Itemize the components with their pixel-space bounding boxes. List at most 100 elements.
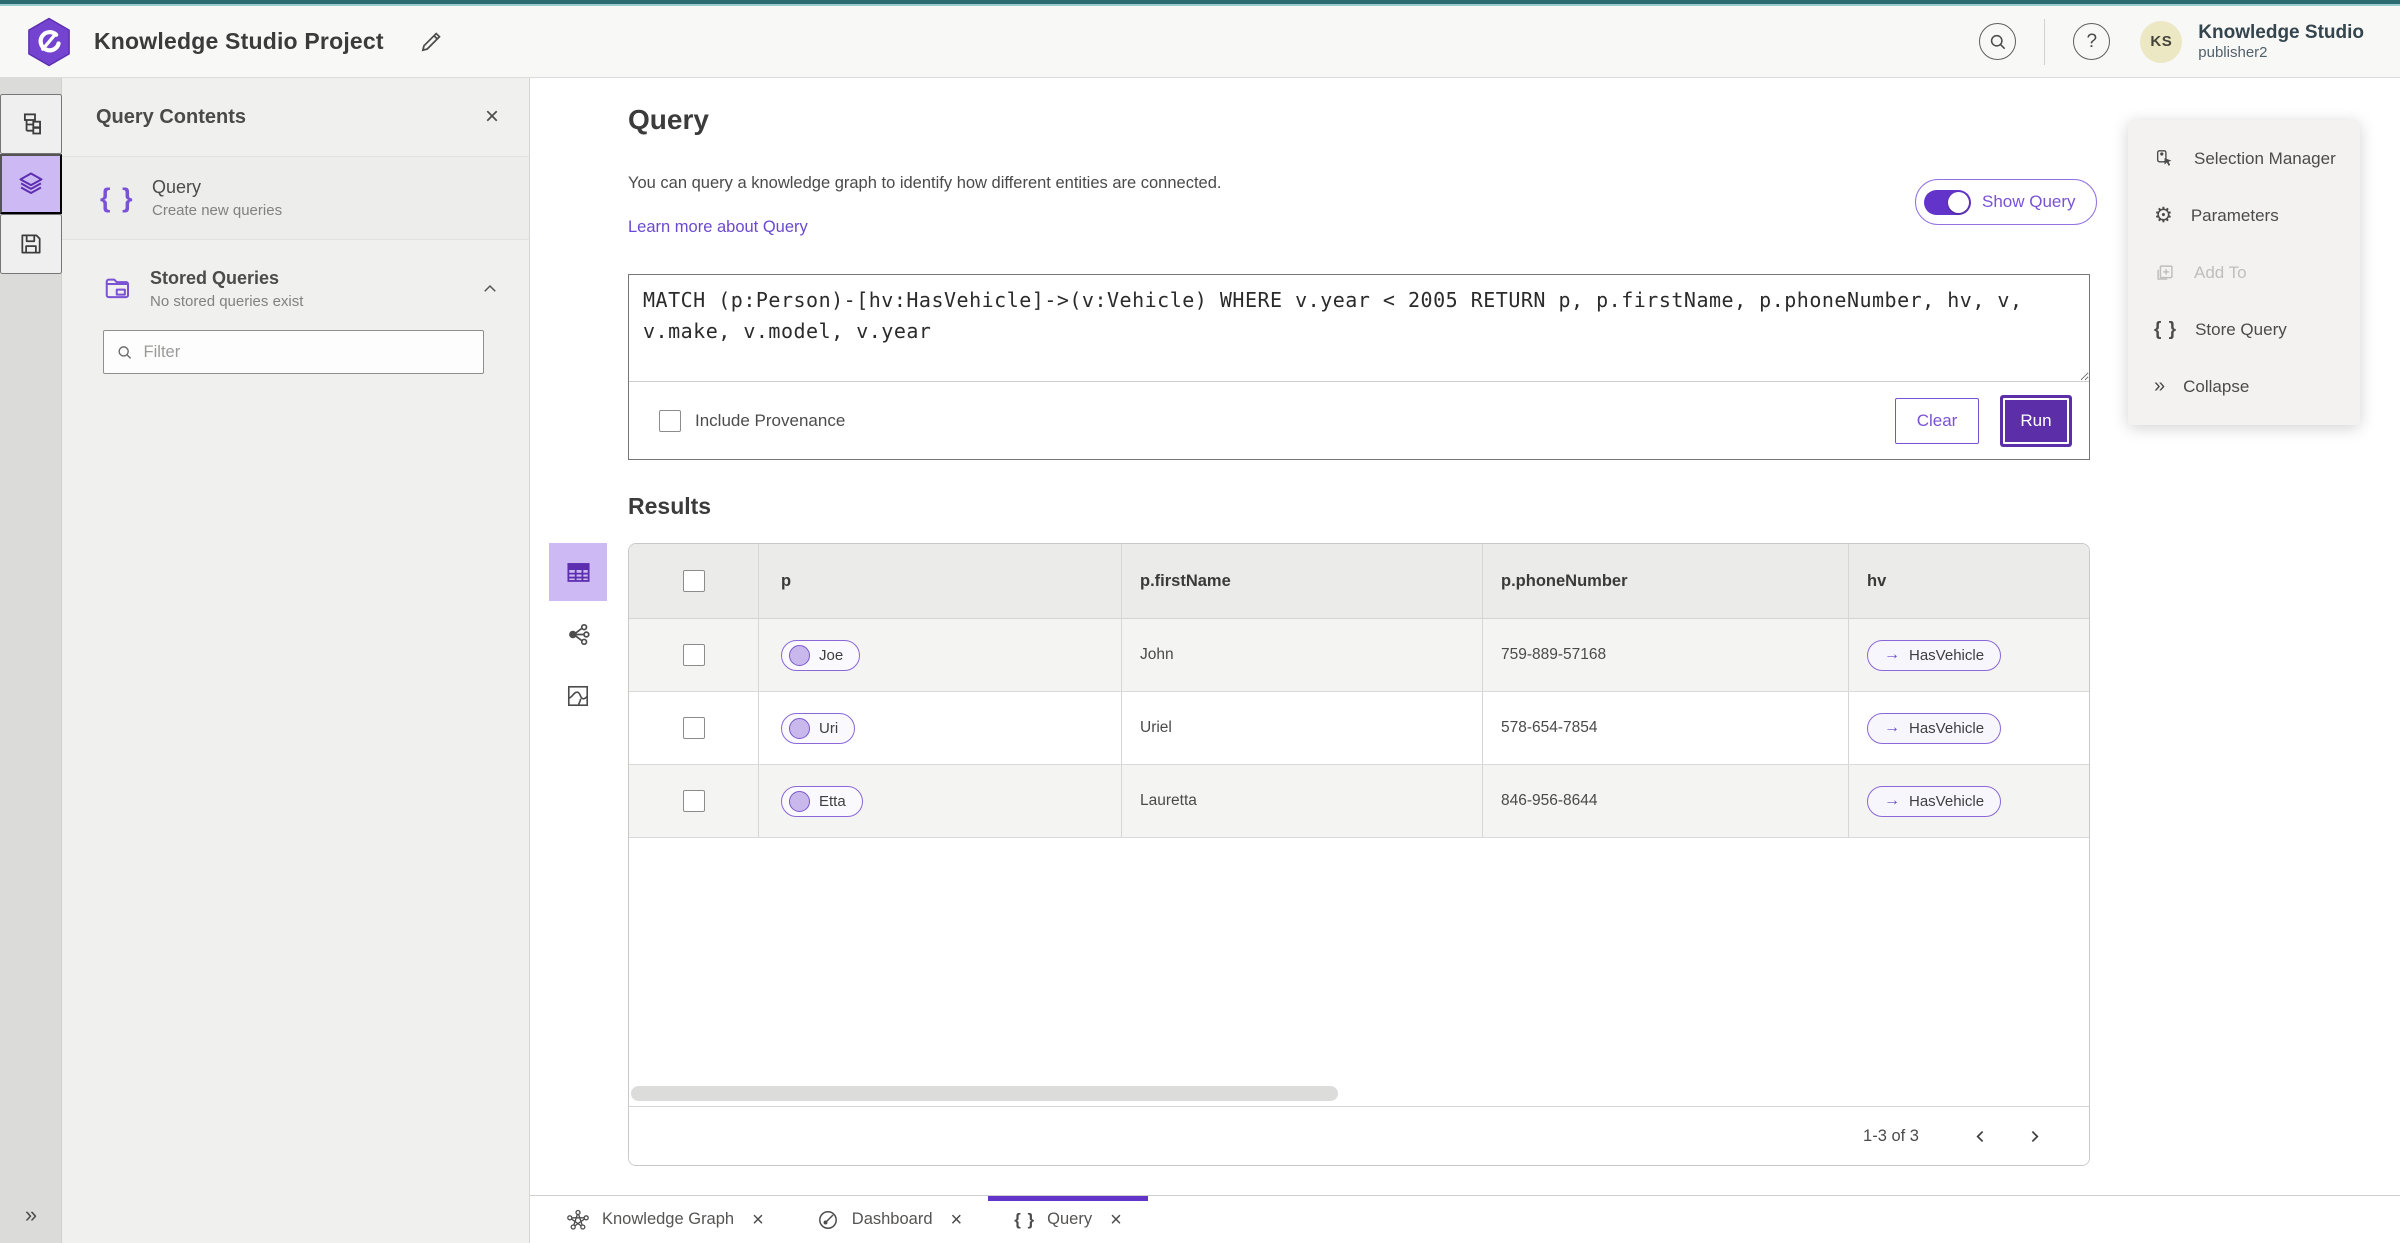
chevron-left-icon: [1975, 1130, 1983, 1142]
user-org-label: Knowledge Studio: [2198, 21, 2364, 43]
hierarchy-nav-button[interactable]: [0, 94, 62, 154]
search-button[interactable]: [1979, 23, 2017, 60]
close-icon: ×: [484, 103, 499, 130]
page-title: Query: [628, 104, 709, 135]
expand-strip-button[interactable]: »: [0, 1197, 62, 1233]
row-checkbox[interactable]: [682, 644, 705, 666]
folder-icon: [105, 278, 129, 299]
query-text-input[interactable]: MATCH (p:Person)-[hv:HasVehicle]->(v:Veh…: [629, 275, 2089, 382]
stored-queries-title: Stored Queries: [150, 268, 280, 288]
layers-icon: [19, 172, 42, 194]
add-to-icon: [2157, 264, 2173, 280]
store-query-item[interactable]: { } Store Query: [2128, 301, 2360, 358]
row-checkbox[interactable]: [682, 717, 705, 739]
sidebar-item-query[interactable]: { } Query Create new queries: [62, 157, 529, 240]
tab-label: Knowledge Graph: [602, 1210, 735, 1228]
header-divider: [2044, 18, 2046, 65]
table-view-button[interactable]: [549, 543, 607, 601]
query-item-title: Query: [152, 177, 202, 197]
braces-icon: { }: [2154, 318, 2178, 340]
tab-query[interactable]: { } Query ×: [988, 1196, 1148, 1243]
filter-input[interactable]: [143, 342, 471, 362]
layers-nav-button[interactable]: [0, 154, 62, 214]
edge-chip[interactable]: → HasVehicle: [1867, 639, 2002, 671]
arrow-right-icon: →: [1884, 719, 1900, 736]
tab-knowledge-graph[interactable]: Knowledge Graph ×: [540, 1196, 790, 1243]
column-header-p: p: [759, 544, 1122, 618]
learn-more-link[interactable]: Learn more about Query: [628, 218, 808, 237]
link-chart-view-icon: [568, 623, 590, 645]
left-icon-strip: »: [0, 78, 62, 1243]
run-button[interactable]: Run: [2003, 397, 2069, 444]
row-checkbox[interactable]: [682, 790, 705, 812]
arrow-right-icon: →: [1884, 792, 1900, 809]
person-node-chip[interactable]: Uri: [781, 712, 856, 744]
arrow-right-icon: →: [1884, 646, 1900, 663]
selection-manager-item[interactable]: Selection Manager: [2128, 130, 2360, 187]
edge-chip[interactable]: → HasVehicle: [1867, 712, 2002, 744]
show-query-toggle-button[interactable]: Show Query: [1915, 179, 2097, 225]
braces-icon: { }: [100, 182, 135, 213]
pagination-range-label: 1-3 of 3: [1863, 1126, 1919, 1145]
table-row: Etta Lauretta 846-956-8644 → HasVehicle: [629, 765, 2089, 838]
node-dot-icon: [789, 790, 810, 812]
cell-phonenumber: 846-956-8644: [1483, 765, 1849, 837]
stored-queries-subtitle: No stored queries exist: [150, 293, 304, 310]
selection-manager-label: Selection Manager: [2194, 148, 2336, 168]
column-header-hv: hv: [1867, 571, 1887, 590]
dashboard-icon: [818, 1210, 837, 1229]
node-dot-icon: [789, 644, 810, 666]
knowledge-graph-icon: [567, 1209, 589, 1230]
edit-title-button[interactable]: [414, 25, 448, 59]
clear-button[interactable]: Clear: [1895, 397, 1979, 444]
close-tab-icon[interactable]: ×: [752, 1210, 764, 1230]
save-nav-button[interactable]: [0, 214, 62, 274]
braces-icon: { }: [1014, 1209, 1036, 1229]
horizontal-scrollbar-thumb[interactable]: [631, 1086, 1338, 1101]
link-chart-view-button[interactable]: [549, 605, 607, 663]
column-header-firstname: p.firstName: [1122, 544, 1483, 618]
collapse-item[interactable]: » Collapse: [2128, 358, 2360, 415]
include-provenance-checkbox[interactable]: [659, 409, 681, 432]
results-table: p p.firstName p.phoneNumber hv Joe John …: [628, 543, 2090, 1166]
table-row: Joe John 759-889-57168 → HasVehicle: [629, 619, 2089, 692]
search-icon: [1990, 34, 2005, 49]
results-heading: Results: [628, 493, 712, 519]
user-name-label: publisher2: [2198, 43, 2268, 61]
parameters-item[interactable]: ⚙ Parameters: [2128, 187, 2360, 244]
next-page-button[interactable]: [2019, 1121, 2049, 1151]
user-info: Knowledge Studio publisher2: [2198, 22, 2364, 61]
cell-phonenumber: 578-654-7854: [1483, 692, 1849, 764]
edge-chip[interactable]: → HasVehicle: [1867, 785, 2002, 817]
person-node-chip[interactable]: Joe: [781, 639, 861, 671]
chevron-up-icon[interactable]: [481, 280, 499, 298]
tab-label: Dashboard: [851, 1210, 933, 1228]
cell-phonenumber: 759-889-57168: [1483, 619, 1849, 691]
query-editor: MATCH (p:Person)-[hv:HasVehicle]->(v:Veh…: [628, 274, 2090, 460]
table-pagination: 1-3 of 3: [629, 1106, 2089, 1165]
results-view-switcher: [548, 543, 608, 725]
cell-firstname: John: [1122, 619, 1483, 691]
user-avatar[interactable]: KS: [2140, 20, 2183, 63]
close-tab-icon[interactable]: ×: [1110, 1210, 1122, 1230]
close-panel-button[interactable]: ×: [485, 105, 499, 129]
gear-icon: ⚙: [2154, 204, 2173, 227]
include-provenance-label: Include Provenance: [695, 410, 846, 430]
help-button[interactable]: ?: [2073, 23, 2111, 60]
store-query-label: Store Query: [2195, 319, 2287, 339]
close-tab-icon[interactable]: ×: [951, 1210, 963, 1230]
collapse-icon: »: [2154, 375, 2166, 397]
tab-dashboard[interactable]: Dashboard ×: [790, 1196, 988, 1243]
show-query-label: Show Query: [1982, 192, 2076, 211]
person-node-chip[interactable]: Etta: [781, 785, 863, 817]
pencil-icon: [421, 31, 441, 51]
stored-queries-header[interactable]: Stored Queries No stored queries exist: [62, 254, 529, 320]
add-to-label: Add To: [2194, 262, 2247, 282]
table-empty-area: [629, 838, 2089, 1106]
map-view-button[interactable]: [549, 667, 607, 725]
table-row: Uri Uriel 578-654-7854 → HasVehicle: [629, 692, 2089, 765]
previous-page-button[interactable]: [1965, 1121, 1995, 1151]
query-contents-panel: Query Contents × { } Query Create new qu…: [62, 78, 530, 1243]
select-all-checkbox[interactable]: [682, 570, 705, 592]
toggle-switch-on[interactable]: [1924, 189, 1971, 215]
